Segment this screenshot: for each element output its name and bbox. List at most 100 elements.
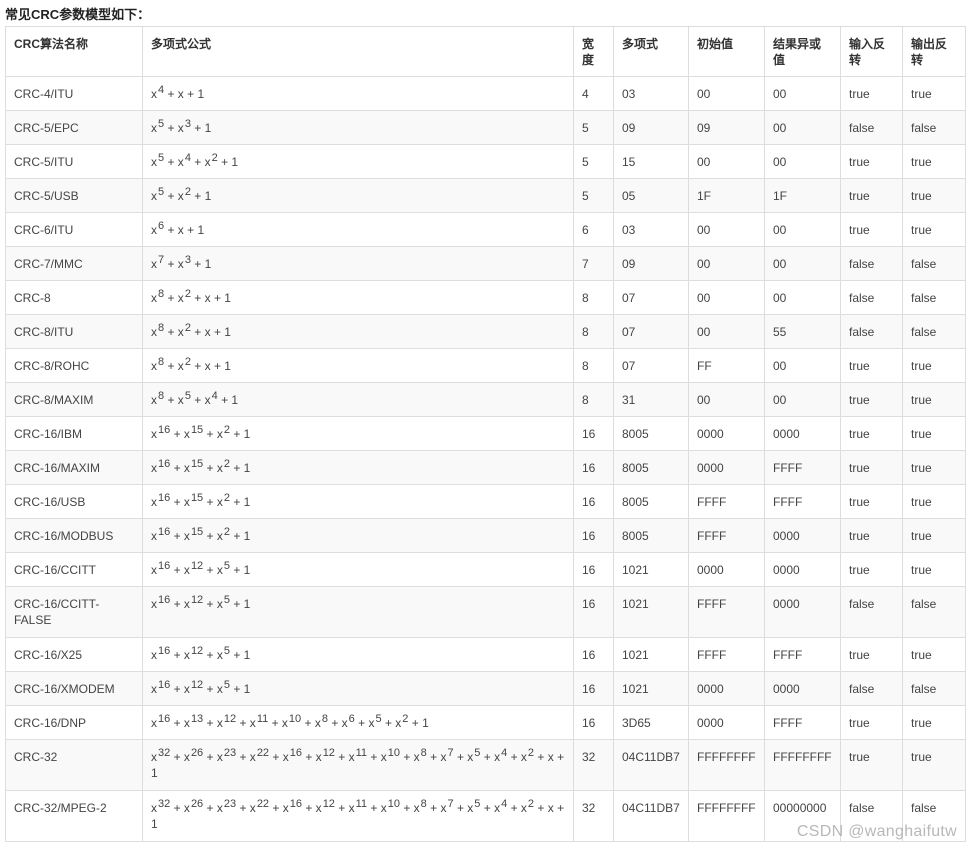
cell-init: FFFF [688, 484, 765, 519]
formula-base: + x [173, 529, 190, 543]
formula-term: + x [537, 801, 553, 815]
formula-base: + x [194, 393, 211, 407]
cell-refout: false [902, 671, 966, 706]
formula-exponent: 7 [447, 747, 454, 759]
formula-base: + x [370, 801, 387, 815]
formula-exponent: 7 [447, 798, 454, 810]
watermark: CSDN @wanghaifutw [796, 823, 957, 840]
cell-refin: false [840, 280, 903, 315]
formula-term: + 1 [187, 87, 204, 101]
formula-term: + x4 [194, 391, 217, 408]
formula-base: + 1 [233, 461, 251, 475]
formula-term: + x11 [338, 798, 368, 816]
formula-term: + x7 [430, 747, 454, 765]
formula-base: + x [456, 801, 474, 815]
formula-base: + x [167, 325, 184, 339]
formula-base: + x [167, 223, 184, 237]
formula-term: + x5 [207, 679, 230, 697]
formula-exponent: 6 [158, 220, 165, 232]
formula-term: + x4 [167, 153, 190, 170]
cell-init: 00 [688, 246, 765, 281]
formula-term: + x5 [358, 714, 381, 731]
cell-refin: true [840, 552, 903, 587]
formula-base: x [151, 682, 157, 696]
cell-name: CRC-16/CCITT-FALSE [5, 586, 143, 638]
cell-name: CRC-8/ITU [5, 314, 143, 349]
table-row: CRC-16/XMODEM x16 + x12 + x5 + 1 16 1021 00… [5, 671, 966, 706]
table-row: CRC-16/MAXIM x16 + x15 + x2 + 1 16 8005 000… [5, 450, 966, 485]
formula-base: + x [537, 750, 554, 764]
formula-exponent: 22 [256, 798, 270, 810]
formula-term: + x22 [239, 798, 270, 816]
table-row: CRC-16/IBM x16 + x15 + x2 + 1 16 8005 0000 0… [5, 416, 966, 451]
formula-exponent: 16 [158, 424, 171, 436]
cell-xorout: 00 [764, 382, 841, 417]
cell-formula: x5 + x3 + 1 [142, 110, 574, 145]
formula-term: x16 [151, 714, 170, 731]
formula-base: + x [206, 801, 223, 815]
cell-width: 16 [573, 484, 614, 519]
cell-formula: x16 + x15 + x2 + 1 [142, 484, 574, 519]
formula-exponent: 22 [256, 747, 270, 759]
formula-exponent: 11 [355, 747, 368, 759]
cell-refout: false [902, 586, 966, 638]
formula-term: + x5 [167, 391, 190, 408]
formula-term: + x5 [207, 561, 230, 578]
cell-xorout: 00 [764, 246, 841, 281]
formula-base: + 1 [233, 529, 251, 543]
formula-term: + x15 [174, 493, 204, 510]
cell-width: 16 [573, 416, 614, 451]
cell-xorout: 00 [764, 110, 841, 145]
cell-width: 16 [573, 586, 614, 638]
table-row: CRC-16/X25 x16 + x12 + x5 + 1 16 1021 FFFF F… [5, 637, 966, 672]
cell-formula: x16 + x12 + x5 + 1 [142, 586, 574, 638]
cell-refin: true [840, 382, 903, 417]
formula-exponent: 8 [321, 713, 328, 725]
cell-refout: true [902, 382, 966, 417]
formula-exponent: 11 [355, 798, 368, 810]
formula-base: + x [194, 359, 211, 373]
formula-exponent: 5 [223, 679, 230, 691]
cell-name: CRC-5/USB [5, 178, 143, 213]
formula-term: + 1 [194, 189, 211, 203]
formula-term: + x2 [167, 357, 190, 374]
formula-base: + x [272, 801, 289, 815]
cell-formula: x8 + x2 + x + 1 [142, 314, 574, 349]
formula-base: + x [483, 801, 501, 815]
formula-base: x [151, 597, 157, 611]
formula-exponent: 26 [190, 747, 204, 759]
table-row: CRC-5/ITU x5 + x4 + x2 + 1 5 15 00 00 true tru… [5, 144, 966, 179]
formula-base: x [151, 393, 157, 407]
formula-exponent: 8 [420, 798, 427, 810]
cell-xorout: FFFF [764, 484, 841, 519]
formula-exponent: 8 [158, 356, 165, 368]
formula-base: x [151, 801, 157, 815]
formula-exponent: 3 [184, 254, 191, 266]
table-row: CRC-16/MODBUS x16 + x15 + x2 + 1 16 8005 FF… [5, 518, 966, 553]
cell-formula: x32 + x26 + x23 + x22 + x16 + x12 + x11 … [142, 739, 574, 791]
cell-name: CRC-16/MAXIM [5, 450, 143, 485]
formula-base: x [151, 648, 157, 662]
formula-term: + x2 [207, 527, 230, 544]
formula-base: + x [272, 750, 289, 764]
col-header-formula: 多项式公式 [142, 26, 574, 77]
cell-formula: x8 + x2 + x + 1 [142, 280, 574, 315]
formula-base: x [151, 121, 157, 135]
cell-name: CRC-16/USB [5, 484, 143, 519]
cell-xorout: 0000 [764, 552, 841, 587]
formula-base: + x [167, 121, 184, 135]
formula-term: + x12 [305, 747, 335, 765]
formula-base: + x [167, 257, 184, 271]
cell-refin: true [840, 76, 903, 111]
formula-exponent: 26 [190, 798, 204, 810]
cell-refin: true [840, 212, 903, 247]
formula-term: + x12 [174, 680, 204, 697]
cell-name: CRC-16/DNP [5, 705, 143, 740]
cell-name: CRC-5/EPC [5, 110, 143, 145]
formula-term: + x3 [167, 119, 190, 136]
formula-exponent: 12 [322, 747, 335, 759]
formula-term: x16 [151, 424, 171, 442]
formula-base: + x [167, 189, 184, 203]
formula-exponent: 16 [158, 645, 171, 657]
formula-base: + 1 [233, 563, 251, 577]
